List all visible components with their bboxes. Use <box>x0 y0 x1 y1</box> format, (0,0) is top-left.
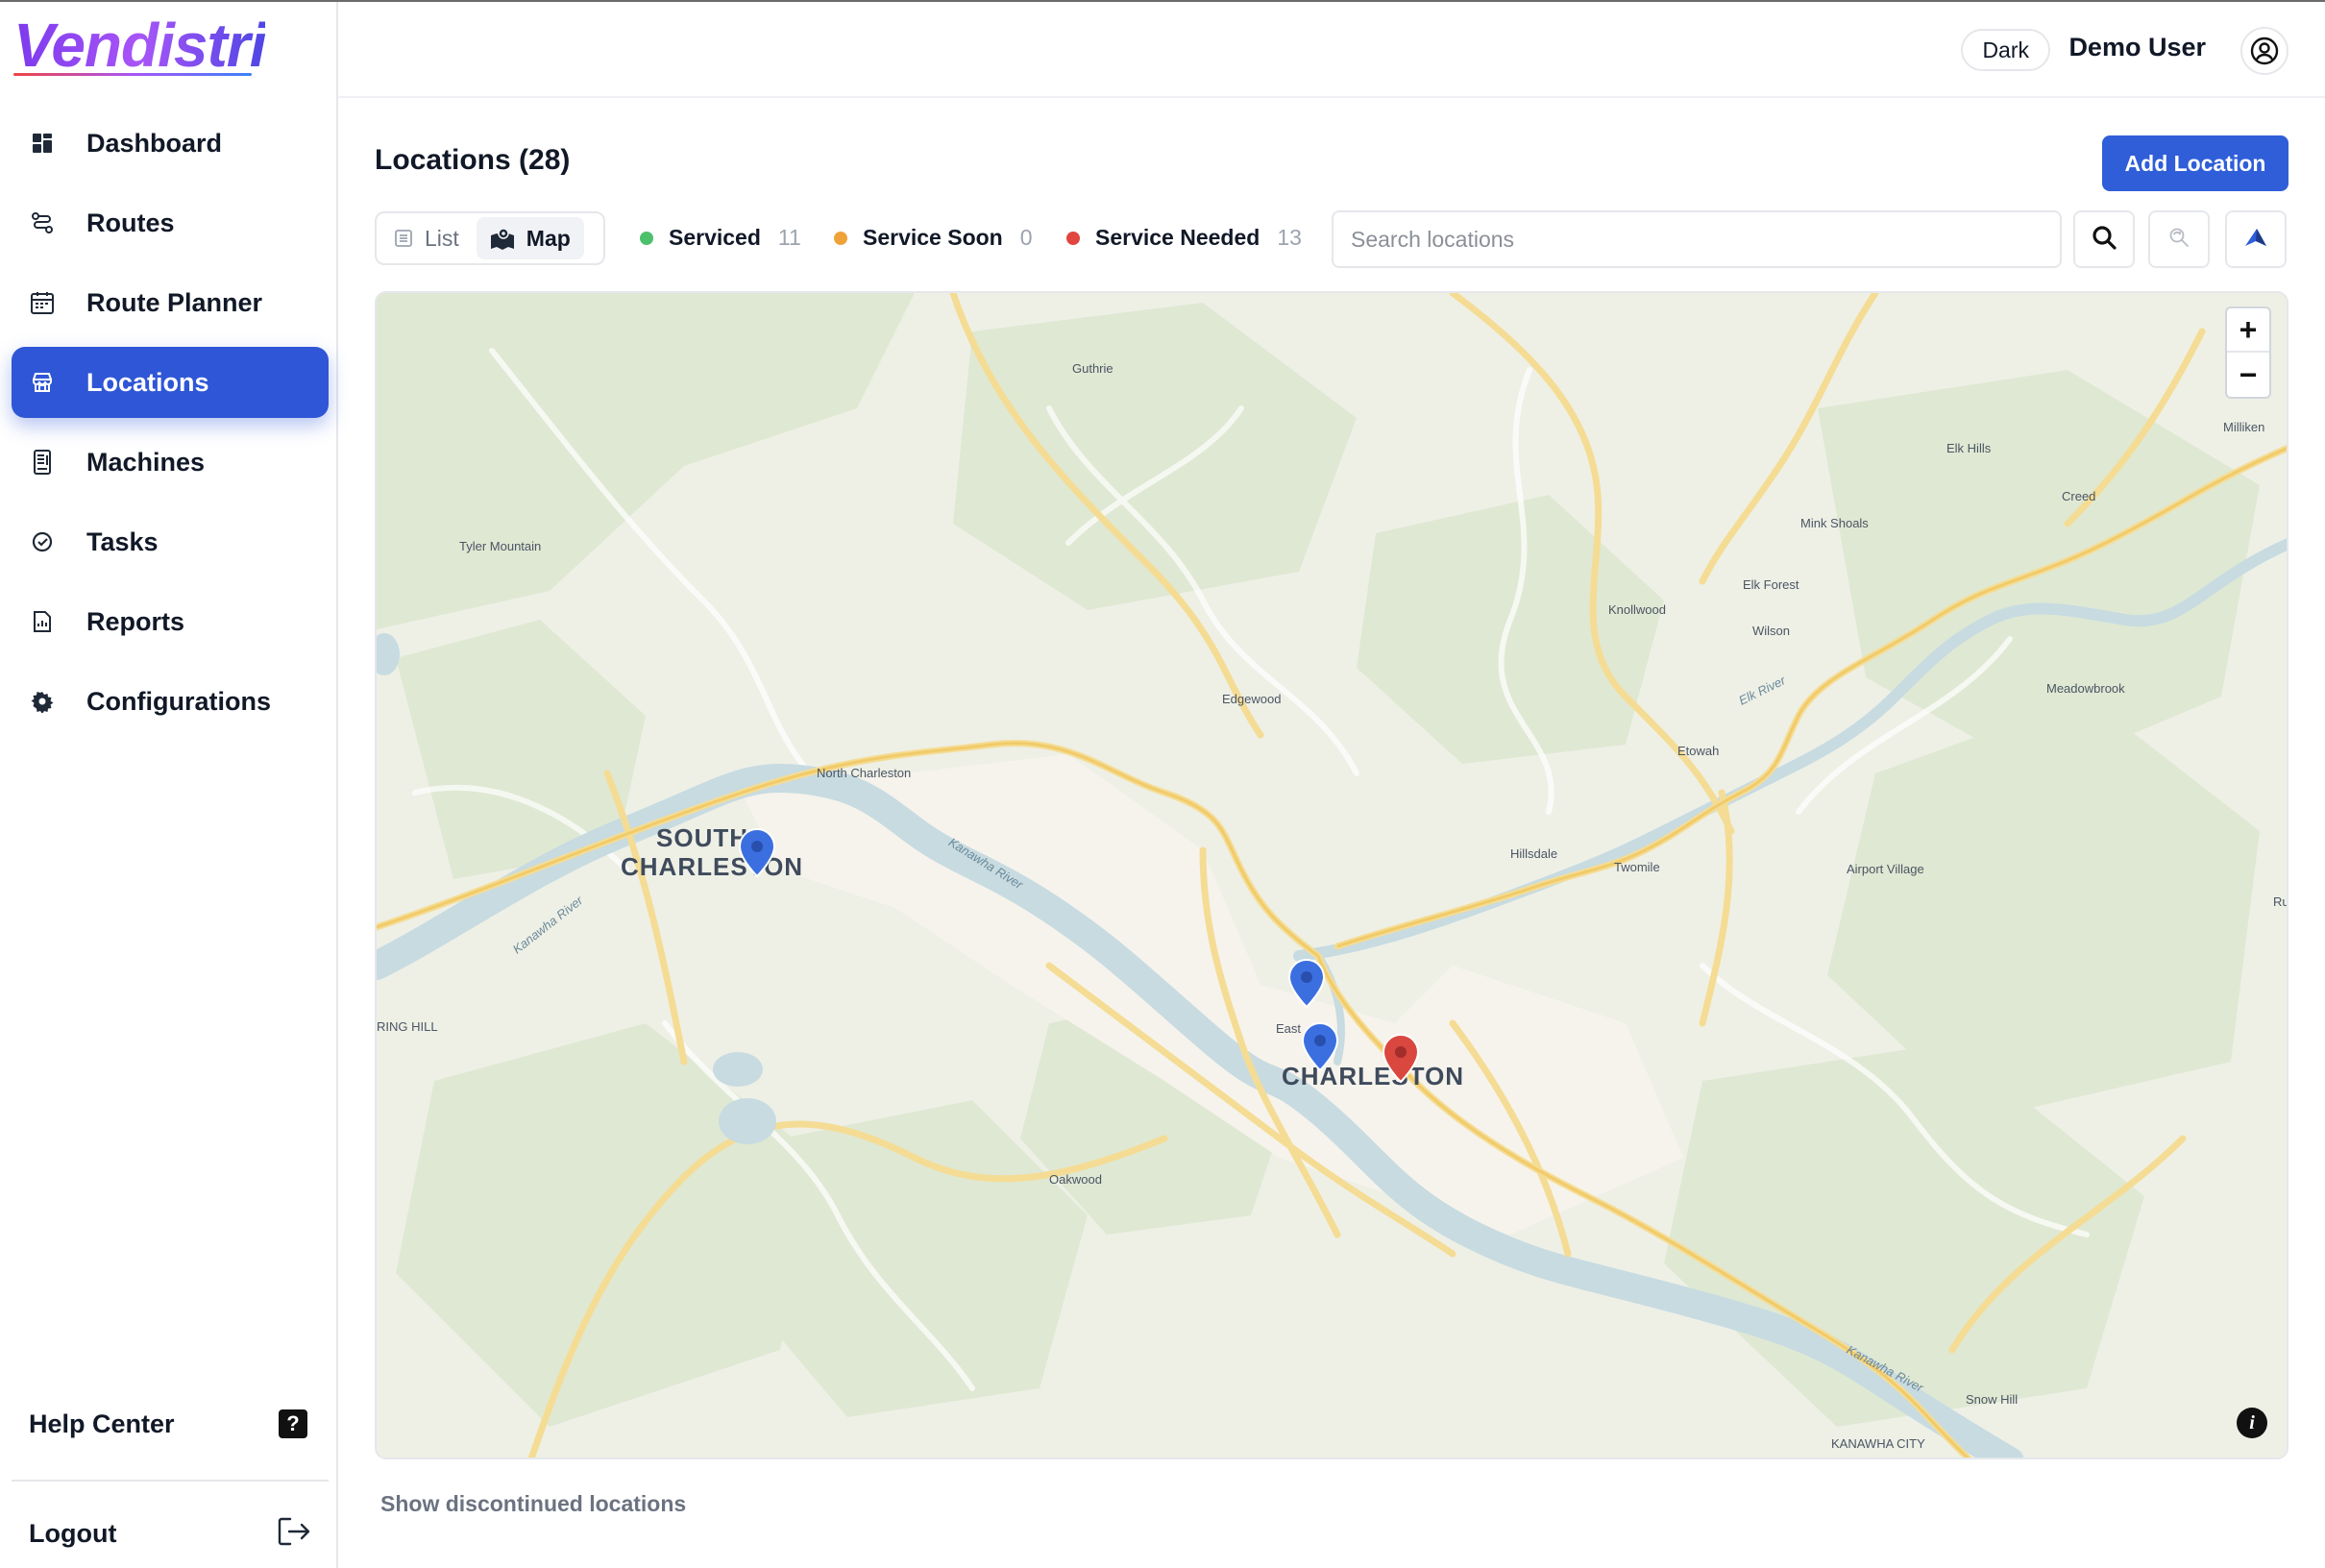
map-place-label: Edgewood <box>1222 692 1282 706</box>
calendar-icon <box>29 289 56 316</box>
map-place-label: Tyler Mountain <box>459 539 542 553</box>
nav-label: Configurations <box>86 686 271 716</box>
map-place-label: RING HILL <box>377 1019 438 1034</box>
legend-serviced[interactable]: Serviced 11 <box>640 225 801 251</box>
nav-label: Reports <box>86 606 185 636</box>
nav-item-reports[interactable]: Reports <box>12 586 329 657</box>
show-discontinued-link[interactable]: Show discontinued locations <box>380 1491 686 1517</box>
user-name: Demo User <box>2068 33 2206 61</box>
map-place-label: Ru <box>2273 894 2288 909</box>
map-place-label: Snow Hill <box>1966 1392 2019 1407</box>
legend-count: 0 <box>1019 225 1033 250</box>
nav-item-configurations[interactable]: Configurations <box>12 666 329 737</box>
serviced-dot <box>640 231 653 245</box>
dashboard-icon <box>29 130 56 157</box>
nav-item-dashboard[interactable]: Dashboard <box>12 108 329 179</box>
theme-toggle-button[interactable]: Dark <box>1961 29 2050 71</box>
nav-label: Tasks <box>86 527 159 556</box>
top-bar: Dark Demo User <box>338 2 2325 98</box>
search-button[interactable] <box>2073 210 2135 268</box>
routes-icon <box>29 209 56 236</box>
service-needed-dot <box>1066 231 1080 245</box>
map-place-label: Twomile <box>1614 860 1660 874</box>
nav-label: Machines <box>86 447 206 477</box>
list-icon <box>394 229 413 248</box>
legend-service-needed[interactable]: Service Needed 13 <box>1066 225 1302 251</box>
map-place-label: Etowah <box>1677 744 1720 758</box>
legend-label: Serviced <box>669 225 761 250</box>
refresh-search-icon <box>2167 226 2190 254</box>
brand-logo[interactable]: Vendistri <box>13 10 266 81</box>
nav-item-tasks[interactable]: Tasks <box>12 506 329 577</box>
list-view-label: List <box>425 225 459 251</box>
map-place-label: North Charleston <box>817 766 912 780</box>
legend-label: Service Needed <box>1095 225 1260 250</box>
map-icon <box>490 227 515 250</box>
nav-label: Routes <box>86 208 175 237</box>
map-place-label: Airport Village <box>1847 862 1924 876</box>
nav-label: Locations <box>86 367 209 397</box>
map-place-label: Hillsdale <box>1510 846 1558 861</box>
nav-label: Route Planner <box>86 287 263 317</box>
map-place-label: Oakwood <box>1049 1172 1102 1187</box>
logout-icon <box>277 1516 311 1552</box>
map-place-label: Wilson <box>1752 624 1791 638</box>
legend-label: Service Soon <box>863 225 1003 250</box>
location-pin[interactable] <box>738 827 776 879</box>
map-view-label: Map <box>526 225 571 251</box>
logout-label: Logout <box>29 1518 117 1548</box>
navigation-arrow-icon <box>2243 227 2268 253</box>
sidebar: Vendistri Dashboard Routes Route Planner… <box>0 2 338 1568</box>
zoom-controls: + − <box>2225 306 2271 399</box>
map-place-label: Guthrie <box>1072 361 1114 376</box>
add-location-button[interactable]: Add Location <box>2102 135 2288 191</box>
location-pin-service-needed[interactable] <box>1382 1033 1420 1085</box>
gear-icon <box>29 688 56 715</box>
service-soon-dot <box>834 231 847 245</box>
map-place-label: Meadowbrook <box>2046 681 2125 696</box>
search-icon <box>2091 224 2117 256</box>
map-place-label: East <box>1276 1021 1302 1036</box>
legend-count: 13 <box>1277 225 1302 250</box>
map-place-label: Knollwood <box>1608 602 1666 617</box>
map-place-label: KANAWHA CITY <box>1831 1436 1925 1451</box>
view-toggle: List Map <box>375 211 605 265</box>
map-place-label: Mink Shoals <box>1800 516 1869 530</box>
logout-button[interactable]: Logout <box>29 1503 311 1564</box>
map-place-label: Creed <box>2062 489 2096 503</box>
map-place-label: Milliken <box>2223 420 2265 434</box>
reset-search-button[interactable] <box>2148 210 2210 268</box>
nav-item-locations[interactable]: Locations <box>12 347 329 418</box>
legend-count: 11 <box>777 225 801 250</box>
nav-item-routes[interactable]: Routes <box>12 187 329 258</box>
user-avatar-icon[interactable] <box>2240 27 2288 75</box>
map-view-button[interactable]: Map <box>476 217 584 259</box>
zoom-in-button[interactable]: + <box>2227 308 2269 353</box>
map-view[interactable]: Guthrie Tyler Mountain Elk Hills Millike… <box>375 291 2288 1459</box>
search-input[interactable] <box>1332 210 2062 268</box>
map-place-label: Elk Hills <box>1946 441 1992 455</box>
help-label: Help Center <box>29 1409 175 1438</box>
logo-underline <box>13 73 252 76</box>
location-pin[interactable] <box>1287 958 1326 1010</box>
help-icon: ? <box>279 1409 307 1438</box>
vending-machine-icon <box>29 449 56 476</box>
app-window: Vendistri Dashboard Routes Route Planner… <box>0 0 2325 1568</box>
location-pin[interactable] <box>1301 1021 1339 1073</box>
map-info-icon[interactable]: i <box>2237 1408 2267 1438</box>
map-place-label: Elk Forest <box>1743 577 1799 592</box>
page-title: Locations (28) <box>375 144 571 176</box>
legend-service-soon[interactable]: Service Soon 0 <box>834 225 1033 251</box>
sidebar-divider <box>12 1480 329 1482</box>
nav-item-route-planner[interactable]: Route Planner <box>12 267 329 338</box>
store-icon <box>29 369 56 396</box>
check-circle-icon <box>29 528 56 555</box>
nav-item-machines[interactable]: Machines <box>12 427 329 498</box>
zoom-out-button[interactable]: − <box>2227 353 2269 397</box>
help-center-link[interactable]: Help Center ? <box>29 1393 307 1455</box>
locate-button[interactable] <box>2225 210 2287 268</box>
report-icon <box>29 608 56 635</box>
list-view-button[interactable]: List <box>380 217 473 259</box>
nav-label: Dashboard <box>86 128 223 158</box>
